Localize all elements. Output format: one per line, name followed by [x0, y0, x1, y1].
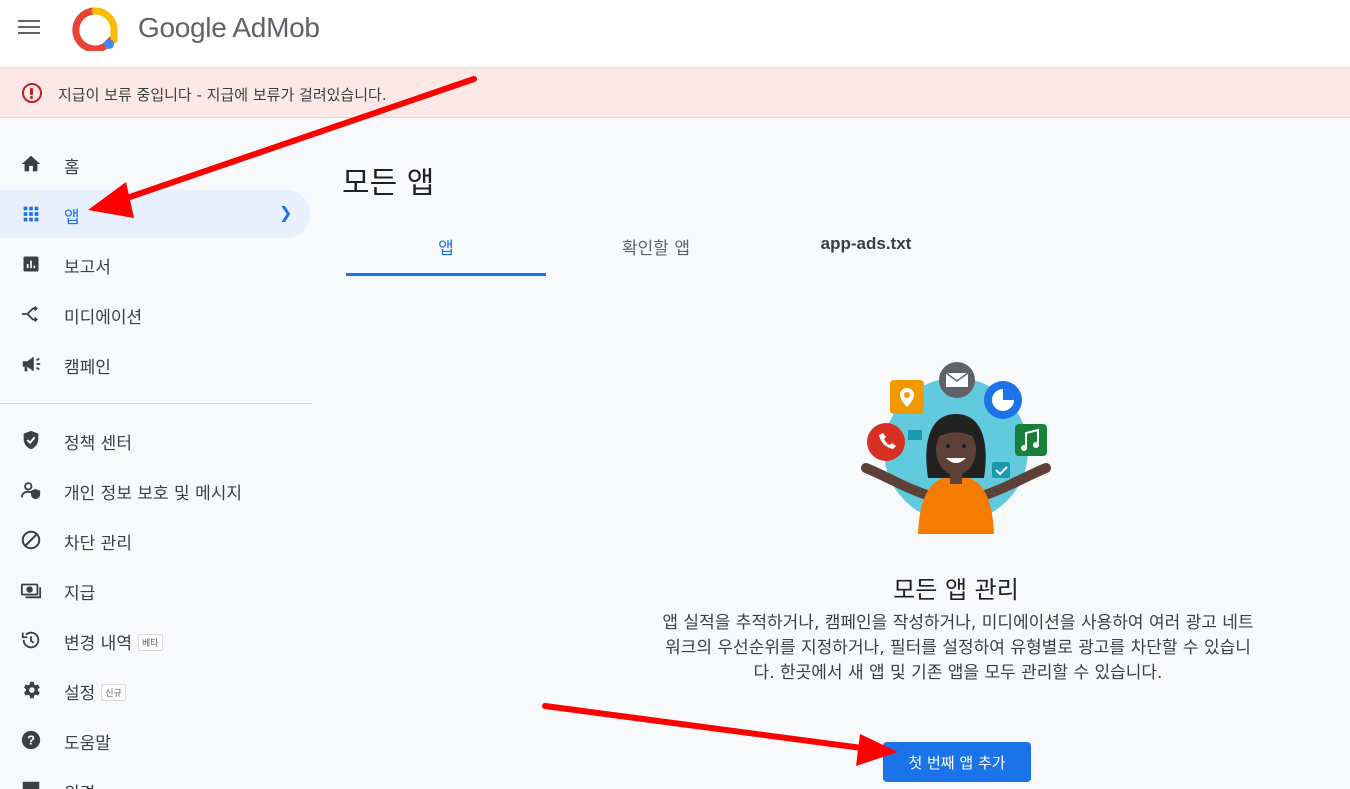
hamburger-menu-icon[interactable]	[18, 16, 46, 40]
shield-check-icon	[20, 429, 42, 451]
block-icon	[20, 529, 42, 551]
sidebar-item-label: 보고서	[64, 258, 111, 278]
alert-text[interactable]: 지급이 보류 중입니다 - 지급에 보류가 걸려있습니다.	[58, 84, 387, 105]
sidebar-item-label: 개인 정보 보호 및 메시지	[64, 484, 243, 504]
svg-text:?: ?	[27, 733, 35, 748]
sidebar-item-label: 지급	[64, 584, 96, 604]
error-circle-icon	[22, 83, 42, 103]
tab-apps[interactable]: 앱	[346, 230, 546, 276]
sidebar-item-label: 캠페인	[64, 358, 111, 378]
history-icon	[20, 629, 42, 651]
sidebar-item-policy-center[interactable]: 정책 센터	[0, 416, 310, 464]
apps-illustration	[861, 362, 1051, 534]
payments-icon	[20, 579, 42, 601]
sidebar-item-label: 홈	[64, 158, 80, 178]
sidebar-item-label: 정책 센터	[64, 434, 132, 454]
sidebar-nav: 홈 앱 ❯ 보고서 미디에이션 캠페인 정책 센터 개인 정보 보호 및 메시지…	[0, 119, 312, 789]
apps-grid-icon	[20, 203, 42, 225]
sidebar-item-label: 의견	[64, 779, 95, 789]
sidebar-item-settings[interactable]: 설정 신규	[0, 666, 310, 714]
megaphone-icon	[20, 353, 42, 375]
add-first-app-button[interactable]: 첫 번째 앱 추가	[883, 742, 1031, 782]
sidebar-item-apps[interactable]: 앱 ❯	[0, 190, 310, 238]
sidebar-item-payments[interactable]: 지급	[0, 566, 310, 614]
sidebar-item-label: 앱	[64, 208, 80, 228]
annotation-arrow-to-add-app	[542, 703, 898, 766]
sidebar-item-label: 차단 관리	[64, 534, 132, 554]
beta-badge: 베타	[137, 634, 163, 651]
page-title: 모든 앱	[342, 166, 435, 201]
sidebar-item-privacy-messaging[interactable]: 개인 정보 보호 및 메시지	[0, 466, 310, 514]
feedback-icon	[20, 779, 42, 789]
sidebar-item-feedback[interactable]: 의견	[0, 766, 310, 789]
tab-label: app-ads.txt	[820, 234, 912, 253]
empty-state-title: 모든 앱 관리	[893, 576, 1019, 604]
sidebar-item-label: 변경 내역 베타	[64, 629, 163, 654]
help-icon: ?	[20, 729, 42, 751]
bar-chart-icon	[20, 253, 42, 275]
payment-hold-alert: 지급이 보류 중입니다 - 지급에 보류가 걸려있습니다.	[0, 68, 1350, 118]
gear-icon	[20, 679, 42, 701]
sidebar-item-campaigns[interactable]: 캠페인	[0, 340, 310, 388]
tab-label: 확인할 앱	[622, 239, 690, 259]
sidebar-item-home[interactable]: 홈	[0, 140, 310, 188]
sidebar-item-label: 미디에이션	[64, 308, 143, 328]
sidebar-item-change-history[interactable]: 변경 내역 베타	[0, 616, 310, 664]
person-shield-icon	[20, 479, 42, 501]
chevron-right-icon: ❯	[279, 203, 293, 222]
admob-logo-icon	[72, 7, 118, 51]
tab-app-ads-txt[interactable]: app-ads.txt	[766, 230, 966, 276]
sidebar-item-reports[interactable]: 보고서	[0, 240, 310, 288]
top-app-bar: Google AdMob	[0, 0, 1350, 68]
call-split-icon	[20, 303, 42, 325]
tab-label: 앱	[438, 239, 454, 259]
new-badge: 신규	[101, 684, 126, 701]
home-icon	[20, 153, 42, 175]
tab-apps-to-review[interactable]: 확인할 앱	[556, 230, 756, 276]
sidebar-item-blocking-controls[interactable]: 차단 관리	[0, 516, 310, 564]
brand-name: Google AdMob	[138, 12, 320, 43]
empty-state-description: 앱 실적을 추적하거나, 캠페인을 작성하거나, 미디에이션을 사용하여 여러 …	[662, 613, 1254, 683]
sidebar-item-help[interactable]: ? 도움말	[0, 716, 310, 764]
sidebar-item-label: 도움말	[64, 734, 111, 754]
sidebar-divider	[0, 403, 312, 404]
sidebar-item-label: 설정 신규	[64, 679, 126, 704]
sidebar-item-mediation[interactable]: 미디에이션	[0, 290, 310, 338]
